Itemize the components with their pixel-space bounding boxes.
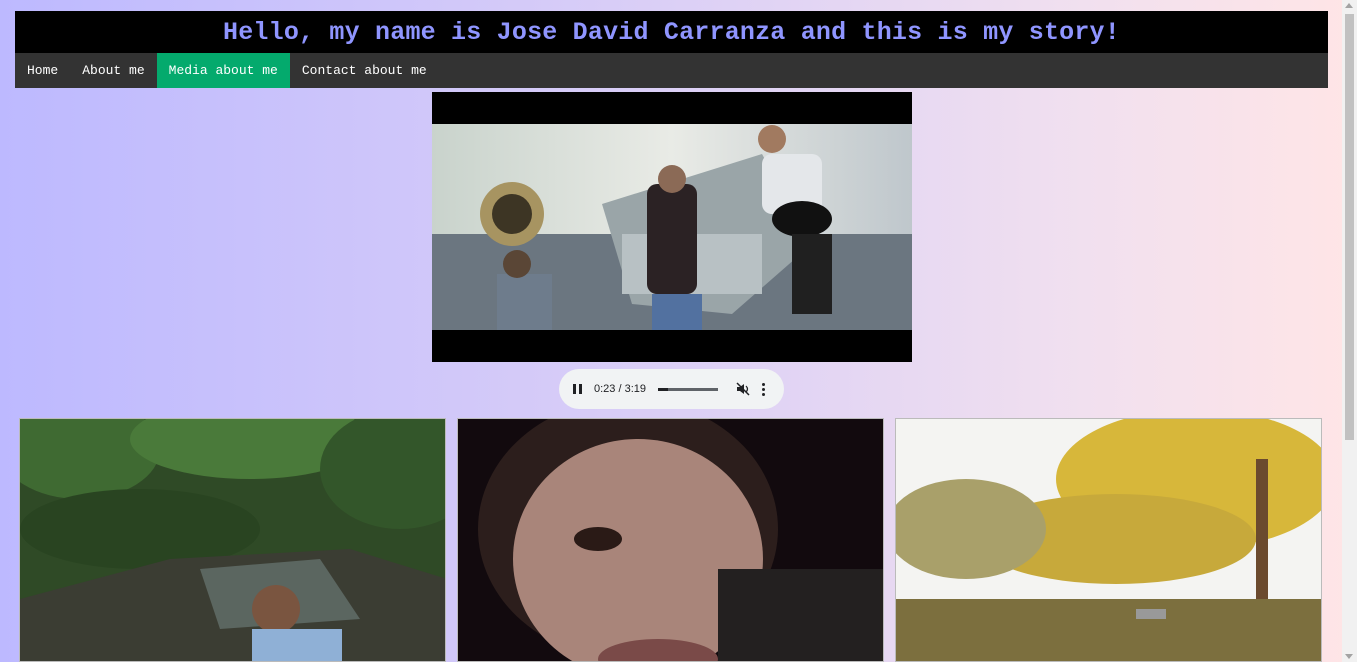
scrollbar-thumb[interactable] [1345, 14, 1354, 440]
audio-time: 0:23 / 3:19 [594, 383, 646, 395]
music-video-player[interactable] [432, 92, 912, 362]
photo-yellow-tree [895, 418, 1322, 662]
audio-seek-progress [658, 387, 668, 391]
page-title: Hello, my name is Jose David Carranza an… [223, 17, 1120, 47]
main-nav: Home About me Media about me Contact abo… [15, 53, 1328, 88]
page-scrollbar[interactable] [1342, 0, 1357, 662]
photo-river [19, 418, 446, 662]
scroll-up-arrow-icon[interactable] [1345, 3, 1353, 8]
header-banner: Hello, my name is Jose David Carranza an… [15, 11, 1328, 53]
more-options-icon[interactable] [762, 382, 766, 396]
photo-selfie [457, 418, 884, 662]
audio-seek-slider[interactable] [658, 387, 718, 391]
page-container: Hello, my name is Jose David Carranza an… [15, 11, 1328, 88]
nav-home[interactable]: Home [15, 53, 70, 88]
nav-media-about-me[interactable]: Media about me [156, 53, 290, 88]
nav-contact-about-me[interactable]: Contact about me [290, 53, 439, 88]
audio-player: 0:23 / 3:19 [559, 369, 784, 409]
scroll-down-arrow-icon[interactable] [1345, 654, 1353, 659]
photo-gallery [19, 418, 1324, 662]
mute-icon[interactable] [736, 382, 750, 396]
pause-icon[interactable] [573, 383, 585, 395]
nav-about-me[interactable]: About me [70, 53, 156, 88]
video-frame [432, 124, 912, 330]
